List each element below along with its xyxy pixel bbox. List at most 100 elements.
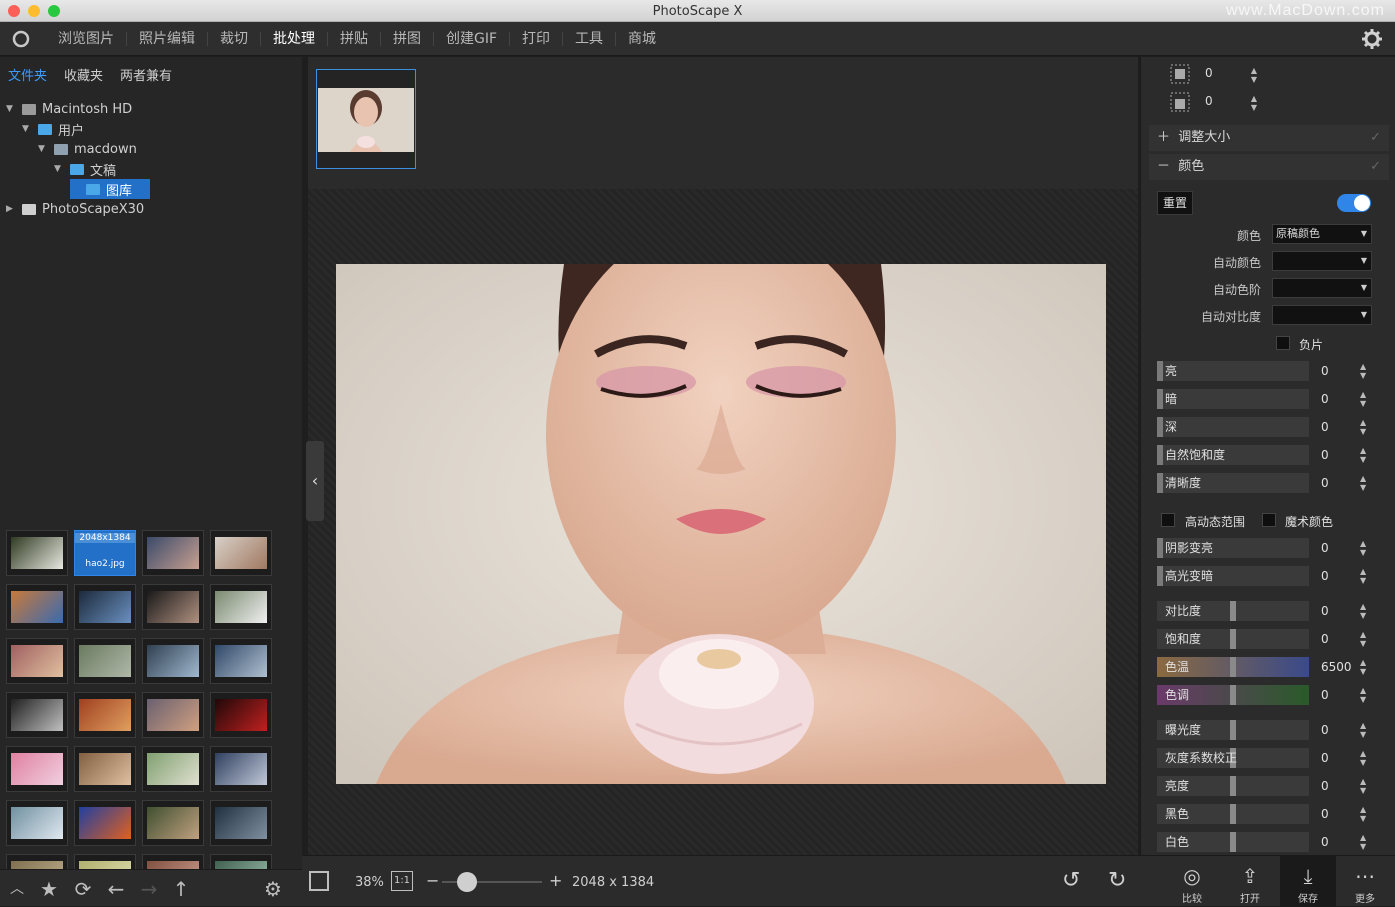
menu-item[interactable]: 拼贴 bbox=[328, 32, 381, 46]
collapse-up-icon[interactable]: ︿ bbox=[6, 878, 28, 900]
rotate-right-icon[interactable]: ↻ bbox=[1108, 868, 1126, 893]
stepper-arrows-icon[interactable]: ▲ ▼ bbox=[1360, 833, 1366, 851]
open-button[interactable]: ⇪ 打开 bbox=[1222, 856, 1278, 907]
color-enabled-toggle[interactable] bbox=[1337, 194, 1371, 212]
back-arrow-icon[interactable]: ← bbox=[105, 878, 127, 900]
thumbnail-item[interactable] bbox=[6, 854, 68, 870]
menu-item[interactable]: 批处理 bbox=[261, 32, 328, 46]
slider-knob[interactable] bbox=[1230, 776, 1236, 796]
thumbnail-item[interactable] bbox=[74, 746, 136, 792]
disclosure-expanded-icon[interactable]: ▼ bbox=[22, 124, 32, 134]
thumbnail-item[interactable] bbox=[6, 638, 68, 684]
adjust-slider[interactable]: 对比度 bbox=[1157, 601, 1309, 621]
slider-knob[interactable] bbox=[1230, 629, 1236, 649]
slider-knob[interactable] bbox=[1157, 389, 1163, 409]
sidebar-settings-gear-icon[interactable]: ⚙ bbox=[262, 878, 284, 900]
thumbnail-item[interactable] bbox=[6, 800, 68, 846]
slider-value[interactable]: 0 bbox=[1321, 541, 1361, 555]
zoom-in-icon[interactable]: + bbox=[549, 871, 562, 890]
magic-color-checkbox[interactable] bbox=[1262, 513, 1276, 527]
slider-knob[interactable] bbox=[1230, 720, 1236, 740]
star-icon[interactable]: ★ bbox=[38, 878, 60, 900]
compare-button[interactable]: ◎ 比较 bbox=[1164, 856, 1220, 907]
adjust-slider[interactable]: 暗 bbox=[1157, 389, 1309, 409]
slider-value[interactable]: 0 bbox=[1321, 723, 1361, 737]
zoom-slider-knob[interactable] bbox=[457, 872, 477, 892]
adjust-slider[interactable]: 饱和度 bbox=[1157, 629, 1309, 649]
tree-item[interactable]: ▼ macdown bbox=[0, 139, 302, 159]
thumbnail-item[interactable] bbox=[210, 584, 272, 630]
menu-item[interactable]: 打印 bbox=[510, 32, 564, 46]
stepper-arrows-icon[interactable]: ▲ ▼ bbox=[1360, 474, 1366, 492]
slider-value[interactable]: 0 bbox=[1321, 632, 1361, 646]
app-logo-icon[interactable] bbox=[10, 29, 32, 49]
adjust-slider[interactable]: 曝光度 bbox=[1157, 720, 1309, 740]
slider-value[interactable]: 0 bbox=[1321, 751, 1361, 765]
save-button[interactable]: ⤓ 保存 bbox=[1280, 856, 1336, 907]
disclosure-collapsed-icon[interactable]: ▶ bbox=[6, 204, 16, 214]
forward-arrow-icon[interactable]: → bbox=[138, 878, 160, 900]
slider-knob[interactable] bbox=[1157, 445, 1163, 465]
stepper-arrows-icon[interactable]: ▲ ▼ bbox=[1360, 805, 1366, 823]
thumbnail-item[interactable] bbox=[74, 800, 136, 846]
slider-knob[interactable] bbox=[1230, 601, 1236, 621]
thumbnail-item[interactable] bbox=[6, 530, 68, 576]
adjust-slider[interactable]: 黑色 bbox=[1157, 804, 1309, 824]
thumbnail-item[interactable] bbox=[74, 692, 136, 738]
thumbnail-item[interactable] bbox=[74, 638, 136, 684]
more-button[interactable]: ⋯ 更多 bbox=[1337, 856, 1393, 907]
thumbnail-item[interactable] bbox=[142, 692, 204, 738]
reset-button[interactable]: 重置 bbox=[1157, 191, 1193, 215]
refresh-icon[interactable]: ⟳ bbox=[72, 878, 94, 900]
tab-both[interactable]: 两者兼有 bbox=[120, 65, 172, 84]
menu-item[interactable]: 工具 bbox=[563, 32, 617, 46]
thumbnail-item[interactable] bbox=[142, 638, 204, 684]
fit-frame-icon[interactable] bbox=[309, 871, 329, 891]
disclosure-expanded-icon[interactable]: ▼ bbox=[54, 164, 64, 174]
stepper-arrows-icon[interactable]: ▲ ▼ bbox=[1360, 362, 1366, 380]
slider-value[interactable]: 0 bbox=[1321, 420, 1361, 434]
thumbnail-item[interactable] bbox=[6, 692, 68, 738]
slider-value[interactable]: 0 bbox=[1321, 807, 1361, 821]
stepper-arrows-icon[interactable]: ▲ ▼ bbox=[1360, 539, 1366, 557]
adjust-slider[interactable]: 白色 bbox=[1157, 832, 1309, 852]
rotate-left-icon[interactable]: ↺ bbox=[1062, 868, 1080, 893]
thumbnail-item[interactable] bbox=[6, 584, 68, 630]
stepper-arrows-icon[interactable]: ▲ ▼ bbox=[1360, 658, 1366, 676]
stepper-arrows-icon[interactable]: ▲ ▼ bbox=[1360, 749, 1366, 767]
zoom-out-icon[interactable]: − bbox=[426, 871, 439, 890]
disclosure-expanded-icon[interactable]: ▼ bbox=[38, 144, 48, 154]
menu-item[interactable]: 浏览图片 bbox=[46, 32, 127, 46]
tree-item[interactable]: ▼ Macintosh HD bbox=[0, 99, 302, 119]
stepper-arrows-icon[interactable]: ▲ ▼ bbox=[1360, 446, 1366, 464]
slider-knob[interactable] bbox=[1157, 538, 1163, 558]
stepper-arrows-icon[interactable]: ▲ ▼ bbox=[1360, 390, 1366, 408]
slider-value[interactable]: 0 bbox=[1321, 364, 1361, 378]
thumbnail-item[interactable] bbox=[6, 746, 68, 792]
slider-value[interactable]: 0 bbox=[1321, 835, 1361, 849]
thumbnail-item[interactable] bbox=[142, 746, 204, 792]
collapse-panel-chevron-icon[interactable]: ‹ bbox=[306, 441, 324, 521]
slider-knob[interactable] bbox=[1230, 657, 1236, 677]
stepper-arrows-icon[interactable]: ▲ ▼ bbox=[1251, 94, 1257, 112]
dropdown-select[interactable]: ▼ bbox=[1272, 251, 1372, 271]
up-arrow-icon[interactable]: ↑ bbox=[170, 878, 192, 900]
stepper-arrows-icon[interactable]: ▲ ▼ bbox=[1360, 777, 1366, 795]
margin-top-stepper[interactable]: 0 ▲ ▼ bbox=[1205, 66, 1257, 86]
dropdown-select[interactable]: ▼ bbox=[1272, 305, 1372, 325]
thumbnail-item[interactable] bbox=[74, 584, 136, 630]
tab-folders[interactable]: 文件夹 bbox=[8, 65, 47, 84]
adjust-slider[interactable]: 亮度 bbox=[1157, 776, 1309, 796]
menu-item[interactable]: 商城 bbox=[616, 32, 668, 46]
slider-knob[interactable] bbox=[1230, 685, 1236, 705]
slider-value[interactable]: 0 bbox=[1321, 448, 1361, 462]
adjust-slider[interactable]: 深 bbox=[1157, 417, 1309, 437]
adjust-slider[interactable]: 阴影变亮 bbox=[1157, 538, 1309, 558]
slider-value[interactable]: 0 bbox=[1321, 604, 1361, 618]
stepper-arrows-icon[interactable]: ▲ ▼ bbox=[1360, 567, 1366, 585]
thumbnail-item[interactable] bbox=[210, 530, 272, 576]
section-resize[interactable]: ＋ 调整大小 ✓ bbox=[1149, 125, 1389, 151]
negative-checkbox[interactable] bbox=[1276, 336, 1290, 350]
tree-item[interactable]: ▶ PhotoScapeX30 bbox=[0, 199, 302, 219]
dropdown-select[interactable]: 原稿颜色 ▼ bbox=[1272, 224, 1372, 244]
